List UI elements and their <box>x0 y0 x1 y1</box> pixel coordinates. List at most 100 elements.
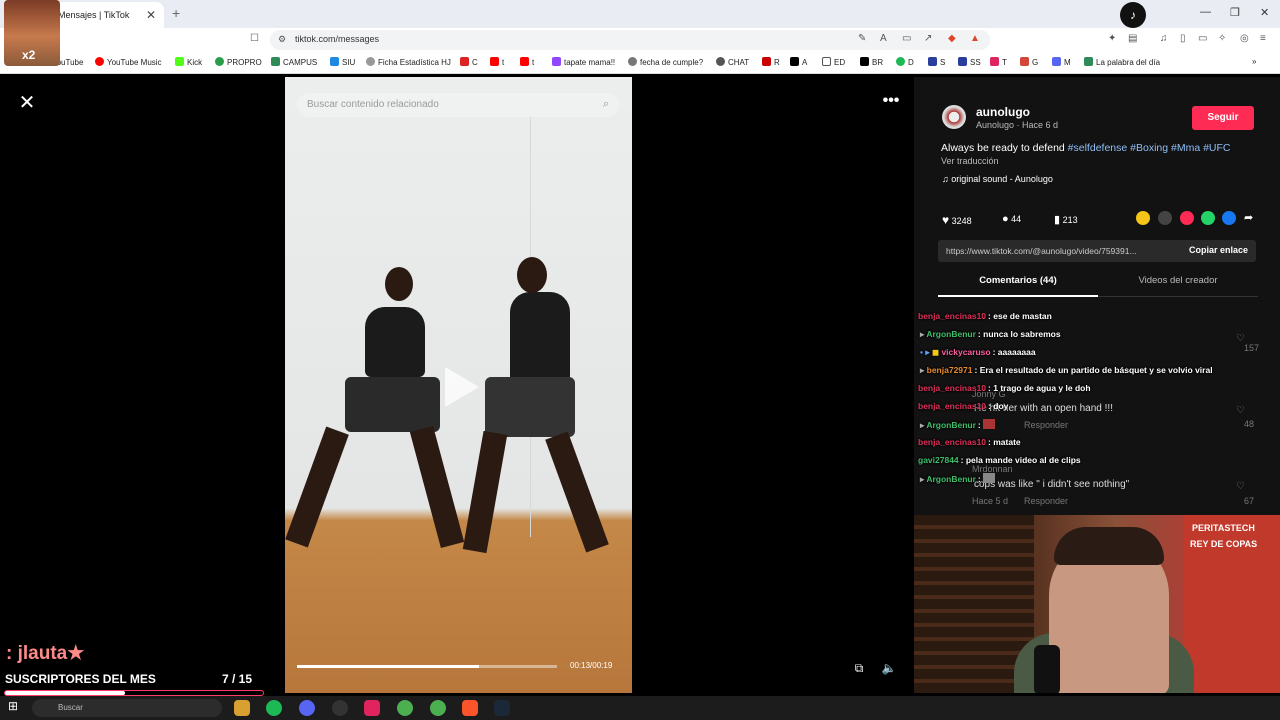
chat-username: benja72971 <box>926 365 973 375</box>
minimize-icon[interactable]: — <box>1200 6 1211 18</box>
close-window-icon[interactable]: ✕ <box>1260 6 1269 19</box>
heart-outline-icon[interactable]: ♡ <box>1236 481 1245 492</box>
search-icon[interactable]: ⌕ <box>603 98 609 111</box>
sidebar-icon[interactable]: ▤ <box>1128 33 1137 44</box>
sub-name: : jlauta★ <box>6 643 85 664</box>
bookmark-kick[interactable]: Kick <box>175 57 202 67</box>
share-link[interactable]: https://www.tiktok.com/@aunolugo/video/7… <box>946 246 1174 256</box>
share-icon[interactable]: ↗ <box>924 33 932 44</box>
chat-body: nunca lo sabremos <box>983 329 1061 339</box>
bookmark-palabra[interactable]: La palabra del día <box>1084 57 1160 67</box>
bookmark-t1[interactable]: t <box>490 57 504 67</box>
sound-info[interactable]: ♫ original sound - Aunolugo <box>942 174 1053 184</box>
send-icon[interactable] <box>1180 211 1194 225</box>
more-bookmarks-icon[interactable]: » <box>1252 57 1256 66</box>
more-options-icon[interactable]: ••• <box>878 92 904 114</box>
cast-icon[interactable]: ▭ <box>902 33 911 44</box>
close-tab-icon[interactable]: ✕ <box>146 8 156 22</box>
fighter-left-head <box>385 267 413 301</box>
translate-link[interactable]: Ver traducción <box>941 156 999 166</box>
bookmark-g[interactable]: G <box>1020 57 1038 67</box>
video-progress-bar[interactable] <box>297 665 557 668</box>
site-info-icon[interactable]: ⚙ <box>278 34 286 45</box>
subs-goal-fill <box>5 691 126 695</box>
bookmark-campus[interactable]: CAMPUS <box>271 57 317 67</box>
bookmark-a[interactable]: A <box>790 57 807 67</box>
maximize-icon[interactable]: ❐ <box>1230 6 1240 19</box>
media-icon[interactable]: ♫ <box>1160 33 1168 44</box>
mute-icon[interactable]: ✎ <box>858 33 866 44</box>
start-icon[interactable]: ⊞ <box>8 699 24 715</box>
whatsapp-icon[interactable] <box>1201 211 1215 225</box>
tab-comments[interactable]: Comentarios (44) <box>938 275 1098 297</box>
tiktok-app-icon[interactable] <box>364 700 380 716</box>
menu-icon[interactable]: ≡ <box>1260 33 1266 44</box>
video-player[interactable]: Buscar contenido relacionado ⌕ 00:13/00:… <box>285 77 632 693</box>
comment-like-count: 67 <box>1244 496 1255 506</box>
chrome-icon[interactable] <box>397 700 413 716</box>
translate-icon[interactable]: A <box>880 33 887 44</box>
reply-link[interactable]: Responder <box>1024 420 1068 430</box>
volume-icon[interactable]: 🔈 <box>878 657 900 679</box>
pip-icon[interactable]: ⧉ <box>848 657 870 679</box>
spotify-icon[interactable] <box>266 700 282 716</box>
bookmark-c[interactable]: C <box>460 57 478 67</box>
chat-message: benja_encinas10: doy <box>918 401 1008 411</box>
bookmark-ficha[interactable]: Ficha Estadística HJ <box>366 57 451 67</box>
bookmark-m[interactable]: M <box>1052 57 1071 67</box>
bookmark-propro[interactable]: PROPRO <box>215 57 262 67</box>
like-stat[interactable]: ♥ 3248 <box>942 213 972 227</box>
hashtags[interactable]: #selfdefense #Boxing #Mma #UFC <box>1068 142 1231 154</box>
bookmark-siu[interactable]: SIU <box>330 57 355 67</box>
steam-icon[interactable] <box>494 700 510 716</box>
new-tab-icon[interactable]: + <box>172 5 180 21</box>
bookmark-tapate[interactable]: tapate mama!! <box>552 57 615 67</box>
bookmark-icon[interactable]: ☐ <box>250 33 259 44</box>
comment-stat[interactable]: ● 44 <box>1002 213 1021 225</box>
tiktok-profile-icon[interactable]: ♪ <box>1120 2 1146 28</box>
vpn-icon[interactable]: ◎ <box>1240 33 1249 44</box>
play-icon[interactable] <box>445 367 479 407</box>
embed-icon[interactable] <box>1158 211 1172 225</box>
tab-creator-videos[interactable]: Videos del creador <box>1098 275 1258 297</box>
bookmark-ed[interactable]: ED <box>822 57 845 67</box>
rewards-icon[interactable]: ▲ <box>970 33 980 44</box>
bookmark-t3[interactable]: T <box>990 57 1007 67</box>
close-icon[interactable]: ✕ <box>16 92 38 114</box>
chat-text: : doy <box>988 401 1009 411</box>
discord-icon[interactable] <box>299 700 315 716</box>
brave-shield-icon[interactable]: ◆ <box>948 33 956 44</box>
creator-avatar[interactable] <box>942 105 966 129</box>
follow-button[interactable]: Seguir <box>1192 106 1254 130</box>
post-details-panel: aunolugo Aunolugo · Hace 6 d Seguir Alwa… <box>914 77 1280 515</box>
copy-link-button[interactable]: Copiar enlace <box>1189 245 1248 255</box>
panel-icon[interactable]: ▯ <box>1180 33 1186 44</box>
obs-icon[interactable] <box>332 700 348 716</box>
chrome-profile-icon[interactable] <box>430 700 446 716</box>
bookmark-s[interactable]: S <box>928 57 945 67</box>
leo-icon[interactable]: ✧ <box>1218 33 1226 44</box>
bookmark-r[interactable]: R <box>762 57 780 67</box>
file-explorer-icon[interactable] <box>234 700 250 716</box>
wallet-icon[interactable]: ▭ <box>1198 33 1207 44</box>
save-stat[interactable]: ▮ 213 <box>1054 213 1078 226</box>
repost-icon[interactable] <box>1136 211 1150 225</box>
bookmark-label: Kick <box>187 58 203 67</box>
bookmark-br[interactable]: BR <box>860 57 883 67</box>
reply-link[interactable]: Responder <box>1024 496 1068 506</box>
heart-outline-icon[interactable]: ♡ <box>1236 405 1245 416</box>
bookmark-fecha[interactable]: fecha de cumple? <box>628 57 703 67</box>
brave-icon[interactable] <box>462 700 478 716</box>
extensions-icon[interactable]: ✦ <box>1108 33 1116 44</box>
bookmark-youtube-music[interactable]: YouTube Music <box>95 57 162 67</box>
bookmark-chat[interactable]: CHAT <box>716 57 749 67</box>
creator-username[interactable]: aunolugo <box>976 105 1030 119</box>
heart-outline-icon[interactable]: ♡ <box>1236 333 1245 344</box>
bookmark-ss[interactable]: SS <box>958 57 981 67</box>
bookmark-d[interactable]: D <box>896 57 914 67</box>
share-arrow-icon[interactable]: ➦ <box>1244 211 1253 224</box>
bookmark-t2[interactable]: t <box>520 57 534 67</box>
related-search-input[interactable]: Buscar contenido relacionado ⌕ <box>297 93 619 117</box>
facebook-icon[interactable] <box>1222 211 1236 225</box>
taskbar-search[interactable]: Buscar <box>32 699 222 717</box>
